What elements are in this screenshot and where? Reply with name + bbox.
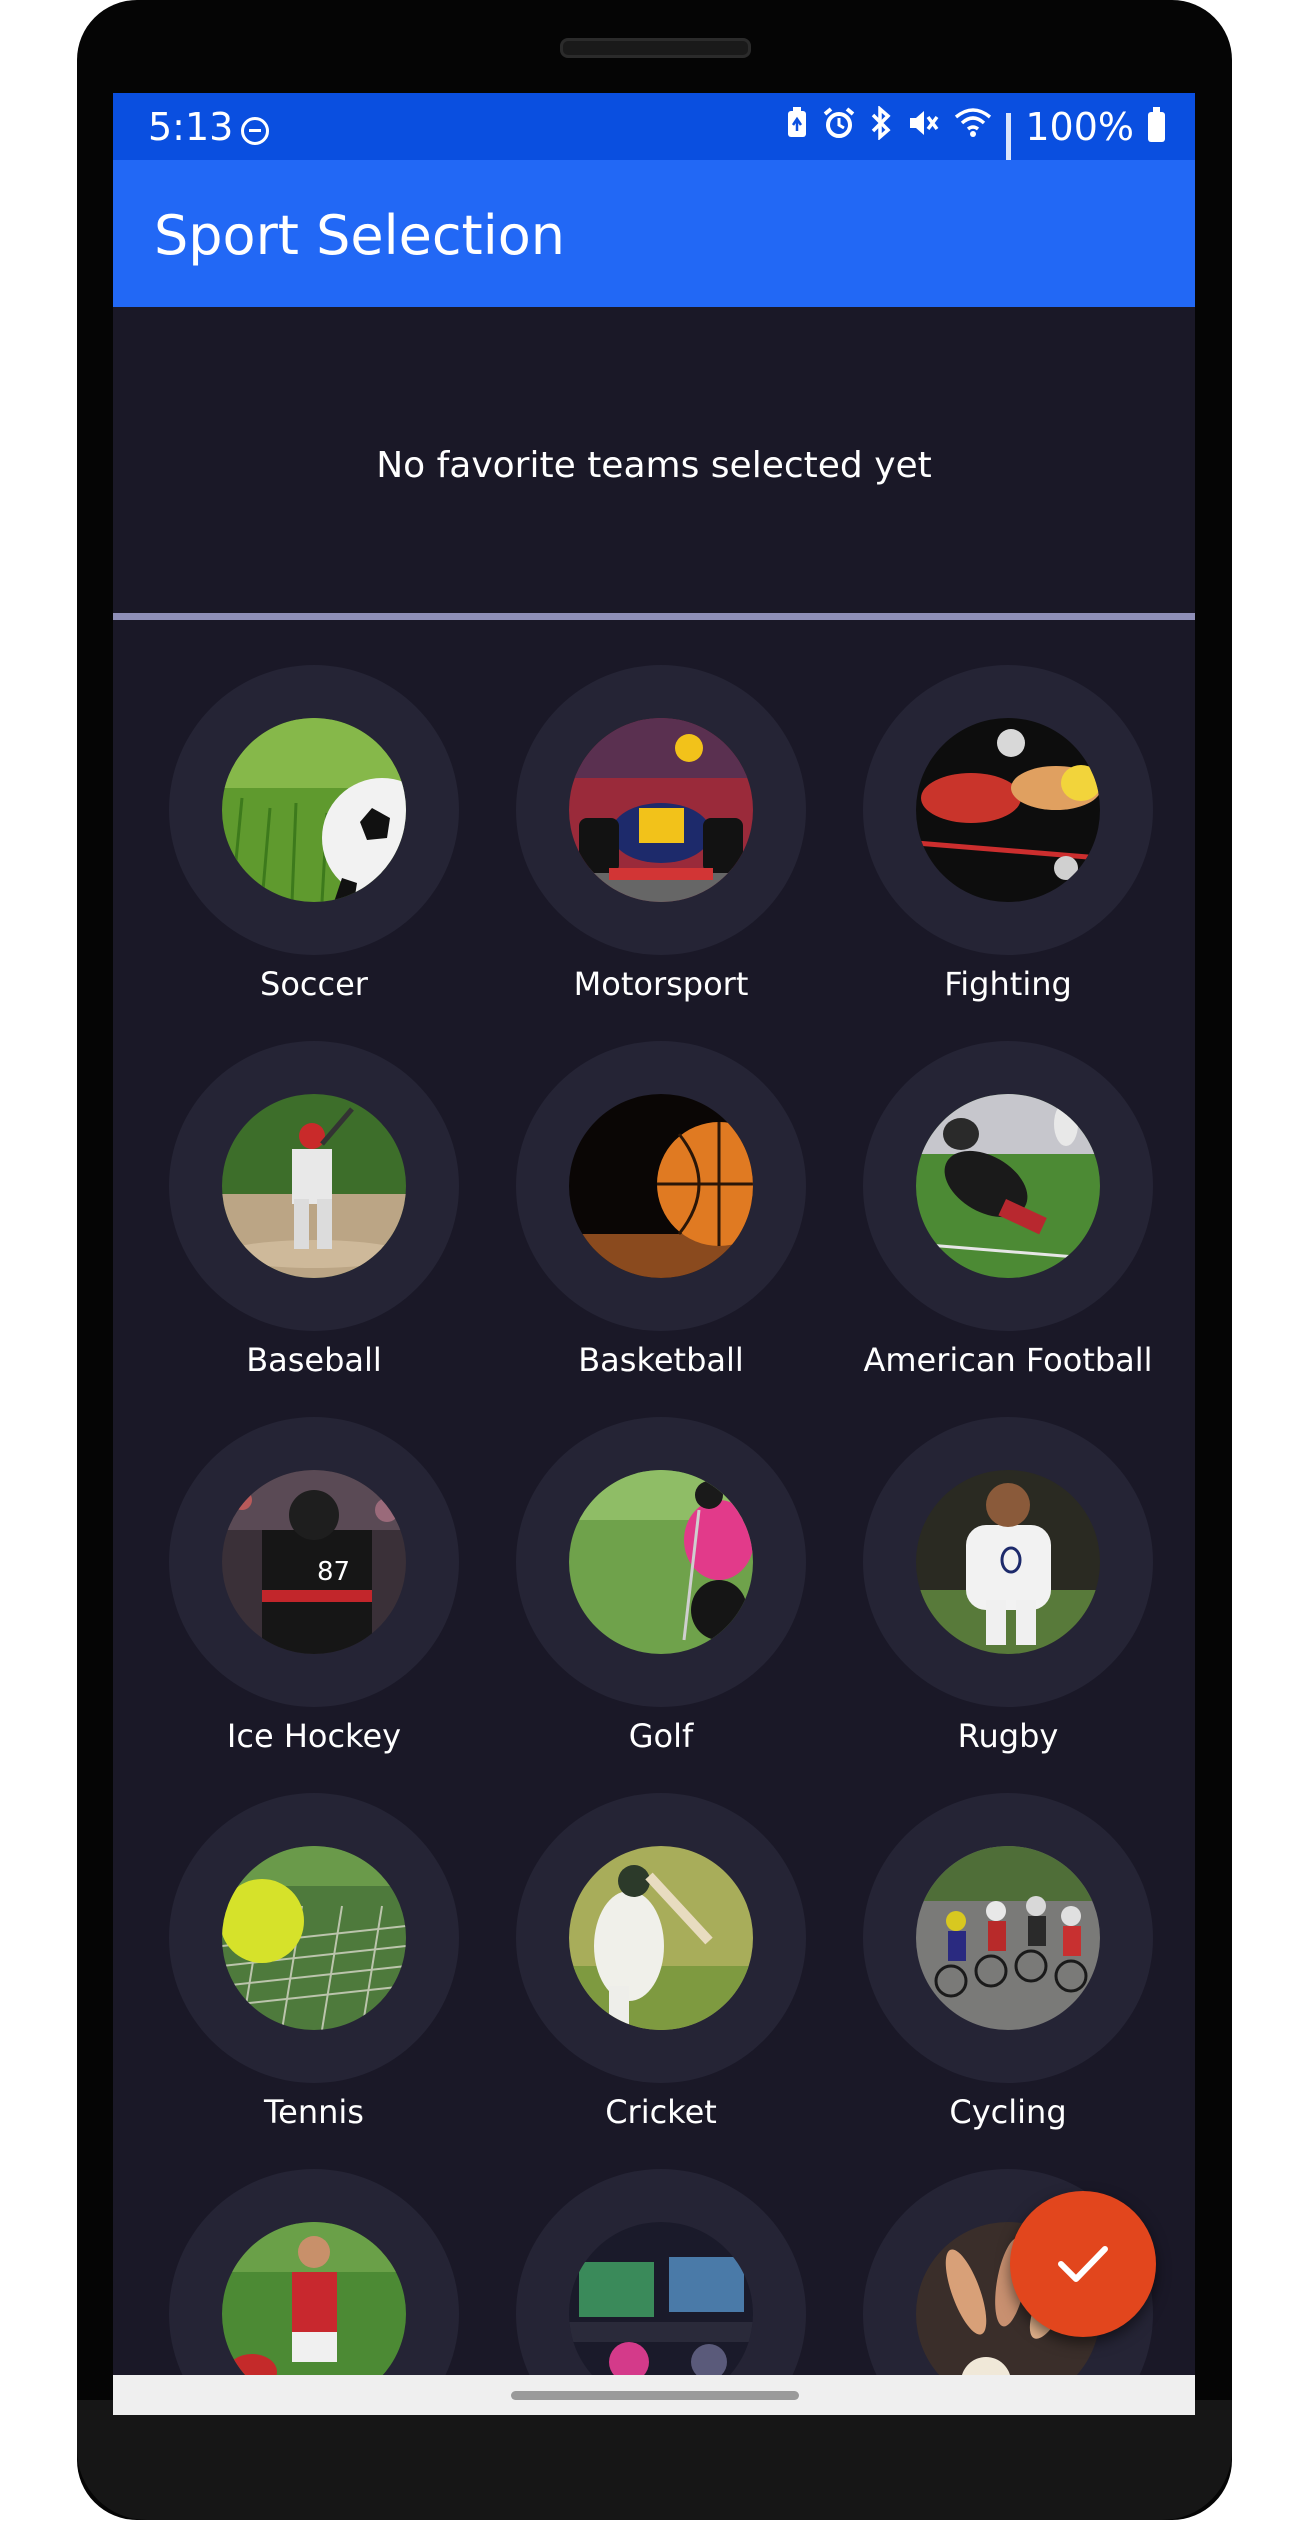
sport-label: American Football [863,1341,1153,1379]
wifi-icon [954,107,992,147]
status-time: 5:13 [148,105,234,149]
bluetooth-icon [870,105,892,148]
golf-photo [569,1470,753,1654]
battery-saver-icon [786,107,808,147]
favorites-empty-message: No favorite teams selected yet [376,445,932,486]
ice-hockey-photo: 87 [222,1470,406,1654]
cycling-photo [916,1846,1100,2030]
earpiece-speaker [560,38,751,58]
status-icons: 100% [786,105,1165,182]
check-icon [1058,2246,1108,2282]
battery-percent: 100% [1025,105,1134,149]
baseball-photo [222,1094,406,1278]
motorsport-photo [569,718,753,902]
system-nav-bar [113,2375,1195,2415]
status-bar: 5:13 100% [113,93,1195,182]
phone-bottom-bezel [77,2400,1232,2520]
confirm-fab[interactable] [1010,2191,1156,2337]
cricket-photo [569,1846,753,2030]
fighting-photo [916,718,1100,902]
battery-icon [1148,107,1165,142]
sport-label: Fighting [944,965,1072,1003]
alarm-icon [822,106,856,148]
home-gesture-handle[interactable] [511,2391,799,2400]
app-screen: 5:13 100% Sport Selection No favorite te… [113,93,1195,2415]
american-football-photo [916,1094,1100,1278]
sport-label: Rugby [957,1717,1059,1755]
signal-icon [1006,113,1012,182]
app-title: Sport Selection [154,204,565,267]
section-divider [113,613,1195,620]
svg-text:87: 87 [317,1557,350,1587]
basketball-photo [569,1094,753,1278]
rugby-photo [916,1470,1100,1654]
app-bar: Sport Selection [113,160,1195,307]
sport-label: Cycling [949,2093,1067,2131]
mute-icon [906,106,940,148]
soccer-photo [222,718,406,902]
dnd-icon [241,117,269,145]
tennis-photo [222,1846,406,2030]
